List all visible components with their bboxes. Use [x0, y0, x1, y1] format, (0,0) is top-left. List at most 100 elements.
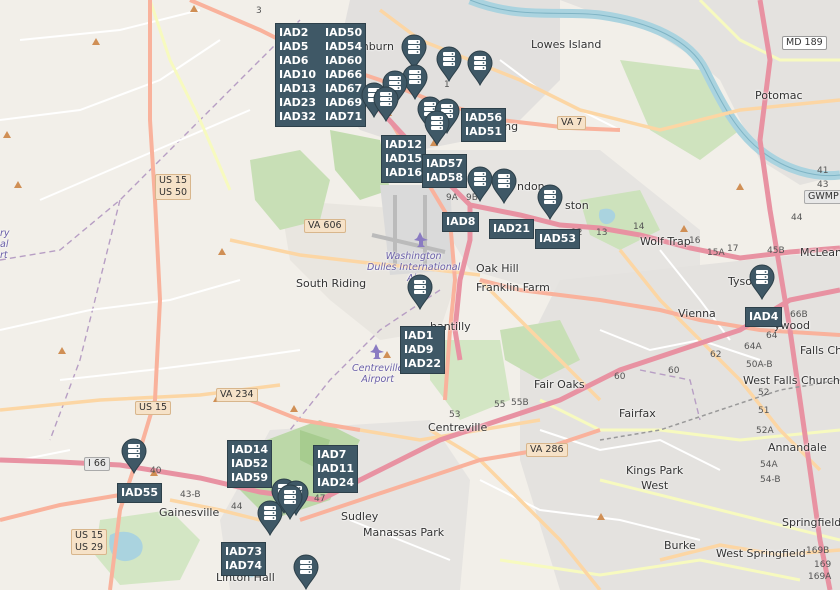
road-number-53: 53 — [449, 410, 461, 420]
datacenter-id: IAD67 — [325, 82, 363, 95]
server-icon — [293, 554, 319, 590]
datacenter-marker[interactable] — [121, 438, 147, 474]
datacenter-id: IAD23 — [279, 96, 317, 109]
datacenter-marker[interactable] — [491, 168, 517, 204]
road-number-14: 14 — [633, 222, 645, 232]
datacenter-id: IAD14 — [231, 443, 269, 456]
road-number-60b: 60 — [614, 372, 626, 382]
datacenter-marker[interactable] — [749, 264, 775, 300]
road-number-45b: 45B — [767, 246, 785, 256]
road-number-3: 3 — [256, 6, 262, 16]
road-number-169: 169 — [814, 560, 832, 570]
datacenter-label-iad55[interactable]: IAD55 — [117, 483, 163, 503]
datacenter-id: IAD51 — [465, 125, 503, 138]
datacenter-marker[interactable] — [293, 554, 319, 590]
datacenter-marker[interactable] — [407, 274, 433, 310]
server-icon — [537, 184, 563, 220]
datacenter-id: IAD66 — [325, 68, 363, 81]
server-icon — [491, 168, 517, 204]
road-number-169a: 169A — [808, 572, 832, 582]
datacenter-marker[interactable] — [467, 166, 493, 202]
datacenter-id: IAD24 — [317, 476, 355, 489]
datacenter-marker[interactable] — [436, 46, 462, 82]
datacenter-label-iad14[interactable]: IAD14 IAD52 IAD59 — [227, 440, 273, 488]
road-number-52: 52 — [758, 388, 770, 398]
datacenter-id: IAD69 — [325, 96, 363, 109]
datacenter-id: IAD54 — [325, 40, 363, 53]
road-number-54b: 54-B — [760, 475, 781, 485]
datacenter-id: IAD71 — [325, 110, 363, 123]
datacenter-marker[interactable] — [373, 86, 399, 122]
datacenter-id: IAD58 — [426, 171, 464, 184]
route-shield-us15-us29: US 15 US 29 — [71, 529, 108, 555]
datacenter-id: IAD10 — [279, 68, 317, 81]
datacenter-label-iad21[interactable]: IAD21 — [489, 219, 535, 239]
road-number-13: 13 — [596, 228, 608, 238]
datacenter-id: IAD4 — [749, 310, 779, 323]
road-number-54a: 54A — [760, 460, 778, 470]
datacenter-id: IAD11 — [317, 462, 355, 475]
datacenter-label-iad1[interactable]: IAD1 IAD9 IAD22 — [400, 326, 446, 374]
road-number-41: 41 — [817, 166, 829, 176]
road-number-64a: 64A — [744, 342, 762, 352]
road-number-60a: 60 — [668, 366, 680, 376]
road-number-47: 47 — [314, 494, 326, 504]
datacenter-id: IAD6 — [279, 54, 309, 67]
datacenter-id: IAD5 — [279, 40, 309, 53]
datacenter-marker[interactable] — [467, 50, 493, 86]
datacenter-id: IAD12 — [385, 138, 423, 151]
road-number-17: 17 — [727, 244, 739, 254]
server-icon — [407, 274, 433, 310]
road-number-52a: 52A — [756, 426, 774, 436]
datacenter-id: IAD1 — [404, 329, 434, 342]
route-shield-us15-us50: US 15 US 50 — [155, 174, 192, 200]
server-icon — [467, 166, 493, 202]
datacenter-label-iad7[interactable]: IAD7 IAD11 IAD24 — [313, 445, 359, 493]
datacenter-label-iad73[interactable]: IAD73 IAD74 — [221, 542, 267, 576]
datacenter-label-iad12[interactable]: IAD12 IAD15 IAD16 — [381, 135, 427, 183]
datacenter-id: IAD8 — [446, 215, 476, 228]
datacenter-id: IAD55 — [121, 486, 159, 499]
road-number-55b: 55B — [511, 398, 529, 408]
road-number-55: 55 — [494, 400, 506, 410]
server-icon — [257, 500, 283, 536]
road-number-64: 64 — [766, 331, 778, 341]
route-shield-us15: US 15 — [135, 401, 172, 415]
road-number-15a: 15A — [707, 248, 725, 258]
route-shield-va7: VA 7 — [557, 116, 587, 130]
route-shield-va234: VA 234 — [216, 388, 258, 402]
server-icon — [436, 46, 462, 82]
datacenter-id: IAD59 — [231, 471, 269, 484]
road-number-43b: 43-B — [180, 490, 201, 500]
datacenter-id: IAD53 — [539, 232, 577, 245]
datacenter-id: IAD32 — [279, 110, 317, 123]
datacenter-id: IAD15 — [385, 152, 423, 165]
server-icon — [749, 264, 775, 300]
road-number-169b: 169B — [806, 546, 830, 556]
datacenter-marker[interactable] — [537, 184, 563, 220]
datacenter-label-iad56[interactable]: IAD56 IAD51 — [461, 108, 507, 142]
datacenter-id: IAD9 — [404, 343, 434, 356]
datacenter-id: IAD22 — [404, 357, 442, 370]
datacenter-id: IAD21 — [493, 222, 531, 235]
road-number-43: 43 — [817, 180, 829, 190]
datacenter-id: IAD7 — [317, 448, 347, 461]
datacenter-label-iad8[interactable]: IAD8 — [442, 212, 480, 232]
server-icon — [121, 438, 147, 474]
datacenter-label-ashburn-group[interactable]: IAD2 IAD50 IAD5 IAD54 IAD6 IAD60 IAD10 IAD66… — [275, 23, 367, 127]
datacenter-id: IAD13 — [279, 82, 317, 95]
datacenter-marker[interactable] — [257, 500, 283, 536]
road-number-51: 51 — [758, 406, 770, 416]
route-shield-gwmp: GWMP — [804, 190, 840, 204]
datacenter-marker[interactable] — [424, 110, 450, 146]
datacenter-label-iad4[interactable]: IAD4 — [745, 307, 783, 327]
road-number-62: 62 — [710, 350, 722, 360]
datacenter-label-iad53[interactable]: IAD53 — [535, 229, 581, 249]
road-number-50a: 50A-B — [746, 360, 773, 370]
datacenter-id: IAD52 — [231, 457, 269, 470]
datacenter-label-iad57[interactable]: IAD57 IAD58 — [422, 154, 468, 188]
datacenter-id: IAD73 — [225, 545, 263, 558]
road-number-66b: 66B — [790, 310, 808, 320]
road-number-44b: 44 — [231, 502, 243, 512]
server-icon — [424, 110, 450, 146]
